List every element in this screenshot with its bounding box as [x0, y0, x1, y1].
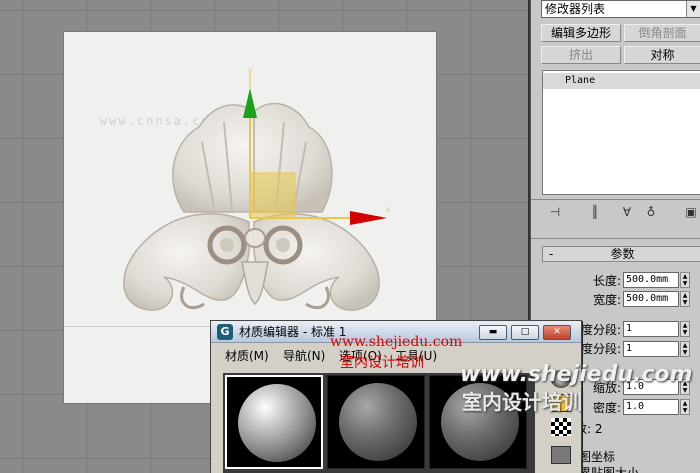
- gizmo-x-label: x: [386, 205, 391, 214]
- sample-uv-tiling-icon[interactable]: [551, 446, 571, 464]
- extrude-button[interactable]: 挤出: [541, 46, 621, 64]
- width-spinner[interactable]: ▲ ▼: [680, 291, 690, 307]
- pin-stack-icon[interactable]: ⊣: [545, 202, 565, 222]
- menu-options[interactable]: 选项(O): [339, 347, 382, 364]
- edit-poly-button[interactable]: 编辑多边形: [541, 24, 621, 42]
- divider: [531, 199, 700, 200]
- length-spinner[interactable]: ▲ ▼: [680, 272, 690, 288]
- material-editor-titlebar[interactable]: G 材质编辑器 - 标准 1 ▬ □ ✕: [211, 321, 581, 343]
- chevron-down-icon[interactable]: ▼: [686, 1, 700, 17]
- length-segs-field[interactable]: 1: [623, 321, 679, 337]
- render-scale-field[interactable]: 1.0: [623, 379, 679, 395]
- render-scale-spinner[interactable]: ▲ ▼: [680, 379, 690, 395]
- remove-modifier-icon[interactable]: ♁: [641, 202, 661, 222]
- sample-type-icon[interactable]: [551, 370, 571, 388]
- width-segs-field[interactable]: 1: [623, 341, 679, 357]
- sample-slot-1[interactable]: [225, 375, 323, 469]
- marble-sphere: [238, 384, 316, 462]
- modifier-stack[interactable]: Plane: [542, 70, 700, 195]
- rollout-title: 参数: [610, 247, 635, 261]
- show-end-result-icon[interactable]: ║: [585, 202, 605, 222]
- sample-slot-3[interactable]: [429, 375, 527, 469]
- material-editor-window: G 材质编辑器 - 标准 1 ▬ □ ✕ 材质(M) 导航(N) 选项(O) 工…: [210, 320, 582, 473]
- stack-item-plane[interactable]: Plane: [543, 73, 700, 89]
- parameters-rollout-header[interactable]: - 参数: [542, 246, 700, 262]
- density-field[interactable]: 1.0: [623, 399, 679, 415]
- gizmo-y-label: y: [248, 66, 253, 75]
- material-editor-side-toolbar: [549, 366, 573, 473]
- close-button[interactable]: ✕: [543, 325, 571, 340]
- menu-navigation[interactable]: 导航(N): [283, 347, 325, 364]
- menu-utilities[interactable]: 工具(U): [395, 347, 437, 364]
- chamfer-profile-button[interactable]: 倒角剖面: [624, 24, 700, 42]
- material-editor-menubar: 材质(M) 导航(N) 选项(O) 工具(U): [211, 345, 581, 363]
- background-checker-icon[interactable]: [551, 418, 571, 436]
- stack-toolbar: ⊣ ║ ∀ ♁ ▣: [541, 202, 700, 222]
- width-field[interactable]: 500.0mm: [623, 291, 679, 307]
- backlight-icon[interactable]: [551, 394, 571, 412]
- length-field[interactable]: 500.0mm: [623, 272, 679, 288]
- sample-slot-2[interactable]: [327, 375, 425, 469]
- length-label: 长度:: [592, 274, 621, 288]
- grey-sphere: [441, 383, 519, 461]
- density-spinner[interactable]: ▲ ▼: [680, 399, 690, 415]
- minimize-button[interactable]: ▬: [479, 325, 507, 340]
- grey-sphere: [339, 383, 417, 461]
- symmetry-button[interactable]: 对称: [624, 46, 700, 64]
- divider: [531, 238, 700, 239]
- maximize-button[interactable]: □: [511, 325, 539, 340]
- width-segs-spinner[interactable]: ▲ ▼: [680, 341, 690, 357]
- width-label: 宽度:: [592, 293, 621, 307]
- menu-material[interactable]: 材质(M): [225, 347, 269, 364]
- modifier-list-label: 修改器列表: [545, 2, 606, 16]
- configure-sets-icon[interactable]: ▣: [681, 202, 700, 222]
- material-editor-logo-icon: G: [217, 324, 233, 340]
- length-segs-spinner[interactable]: ▲ ▼: [680, 321, 690, 337]
- make-unique-icon[interactable]: ∀: [617, 202, 637, 222]
- modifier-list-dropdown[interactable]: 修改器列表 ▼: [541, 0, 700, 18]
- sample-slots: [223, 373, 535, 473]
- material-editor-title: 材质编辑器 - 标准 1: [239, 325, 347, 339]
